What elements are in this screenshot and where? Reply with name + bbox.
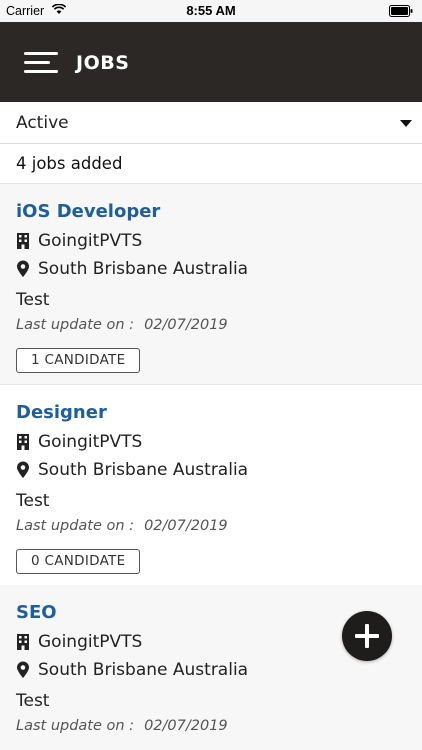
last-update: Last update on : 02/07/2019 (16, 518, 228, 534)
last-update-label: Last update on : (16, 317, 135, 333)
page-title: JOBS (76, 52, 130, 74)
jobs-count-row: 4 jobs added (0, 144, 422, 184)
last-update: Last update on : 02/07/2019 (16, 718, 228, 734)
last-update: Last update on : 02/07/2019 (16, 317, 228, 333)
last-update-label: Last update on : (16, 518, 135, 534)
company-name: GoingitPVTS (38, 231, 143, 251)
status-filter-dropdown[interactable]: Active (0, 102, 422, 144)
job-description: Test (16, 691, 50, 711)
location-name: South Brisbane Australia (38, 660, 249, 680)
last-update-date: 02/07/2019 (144, 518, 228, 534)
map-pin-icon (17, 661, 29, 678)
job-card[interactable]: Designer GoingitPVTS South Brisbane Aust… (0, 385, 422, 586)
building-icon (17, 233, 29, 249)
hamburger-menu-icon[interactable] (22, 50, 60, 76)
candidate-count-button[interactable]: 1 CANDIDATE (16, 348, 141, 373)
battery-icon (389, 5, 413, 17)
company-name: GoingitPVTS (38, 632, 143, 652)
job-card[interactable]: SEO GoingitPVTS South Brisbane Australia… (0, 585, 422, 750)
location-name: South Brisbane Australia (38, 460, 249, 480)
add-job-button[interactable] (342, 611, 392, 661)
job-title[interactable]: SEO (16, 602, 57, 623)
last-update-label: Last update on : (16, 718, 135, 734)
status-time: 8:55 AM (186, 3, 236, 18)
filter-selected-value: Active (16, 113, 69, 133)
map-pin-icon (17, 461, 29, 478)
job-description: Test (16, 290, 50, 310)
last-update-date: 02/07/2019 (144, 317, 228, 333)
caret-down-icon (400, 120, 412, 127)
candidate-count-button[interactable]: 0 CANDIDATE (16, 549, 141, 574)
app-header: Carrier 8:55 AM JOBS (0, 0, 422, 102)
company-name: GoingitPVTS (38, 432, 143, 452)
map-pin-icon (17, 260, 29, 277)
last-update-date: 02/07/2019 (144, 718, 228, 734)
job-title[interactable]: iOS Developer (16, 201, 160, 222)
building-icon (17, 434, 29, 450)
location-name: South Brisbane Australia (38, 259, 249, 279)
jobs-count-text: 4 jobs added (16, 154, 123, 173)
job-title[interactable]: Designer (16, 402, 107, 423)
job-card[interactable]: iOS Developer GoingitPVTS South Brisbane… (0, 184, 422, 385)
status-bar: Carrier 8:55 AM (0, 0, 422, 22)
job-description: Test (16, 491, 50, 511)
building-icon (17, 634, 29, 650)
